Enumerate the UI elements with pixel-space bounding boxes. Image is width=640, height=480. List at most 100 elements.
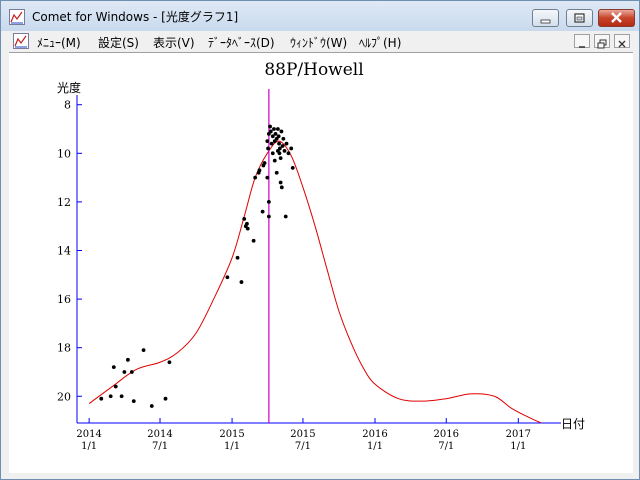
observation-point — [284, 141, 289, 146]
observation-point — [149, 404, 154, 408]
mdi-close-button[interactable] — [614, 34, 630, 48]
observation-point — [260, 209, 265, 214]
observation-point — [141, 348, 146, 353]
observation-point — [268, 129, 273, 134]
observation-point — [277, 141, 281, 146]
observation-point — [99, 396, 104, 401]
x-tick-date: 7/1 — [438, 441, 454, 452]
maximize-button[interactable] — [566, 9, 593, 27]
x-tick-year: 2015 — [219, 429, 244, 440]
y-tick-label: 16 — [57, 293, 71, 306]
y-tick-label: 10 — [57, 147, 71, 160]
observation-point — [245, 226, 250, 231]
x-tick-date: 1/1 — [224, 441, 240, 452]
observation-point — [262, 161, 267, 165]
close-button[interactable] — [598, 9, 635, 27]
minimize-button[interactable] — [532, 9, 559, 27]
x-tick-date: 7/1 — [295, 441, 311, 452]
observation-point — [239, 280, 244, 284]
observation-point — [119, 394, 124, 399]
observation-point — [266, 146, 270, 151]
mdi-restore-button[interactable] — [594, 34, 610, 49]
observation-point — [290, 165, 295, 170]
observation-point — [268, 124, 272, 129]
mdi-minimize-button[interactable] — [574, 34, 590, 48]
observation-point — [266, 214, 271, 219]
close-icon — [611, 12, 622, 23]
x-tick-date: 1/1 — [81, 441, 97, 452]
chart-title: 88P/Howell — [264, 60, 363, 80]
x-tick-date: 1/1 — [510, 441, 526, 452]
x-tick-year: 2014 — [147, 429, 172, 440]
menu-bar: ﾒﾆｭｰ(M) 設定(S) 表示(V) ﾃﾞｰﾀﾍﾞｰｽ(D) ｳｨﾝﾄﾞｳ(W… — [9, 31, 633, 51]
observation-point — [126, 357, 130, 362]
observation-point — [273, 131, 278, 136]
menu-view[interactable]: 表示(V) — [153, 34, 195, 51]
y-tick-label: 12 — [57, 196, 71, 209]
observation-point — [108, 394, 113, 399]
brightness-chart: 88P/Howell 光度 日付 810121416182020141/1201… — [57, 60, 585, 452]
restore-icon — [574, 13, 585, 23]
observation-point — [129, 370, 134, 374]
observation-point — [275, 127, 280, 131]
graph-area: 88P/Howell 光度 日付 8 10 12 14 16 18 20 2014 1/1 201… — [9, 52, 633, 473]
x-tick-date: 1/1 — [367, 441, 383, 452]
observation-point — [276, 134, 281, 139]
minimize-icon — [540, 19, 551, 24]
observation-point — [283, 214, 288, 219]
observation-point — [111, 365, 116, 370]
observation-point — [235, 255, 240, 260]
observation-point — [286, 151, 291, 156]
observation-point — [122, 370, 127, 374]
observation-point — [167, 360, 172, 365]
observation-point — [251, 238, 256, 243]
menu-database[interactable]: ﾃﾞｰﾀﾍﾞｰｽ(D) — [208, 34, 275, 51]
observation-point — [277, 151, 282, 156]
x-tick-date: 7/1 — [152, 441, 168, 452]
observation-point — [274, 170, 279, 175]
observation-point — [131, 399, 136, 404]
observation-point — [257, 168, 262, 173]
observation-point — [266, 200, 271, 204]
app-window: Comet for Windows - [光度グラフ1] ﾒﾆｭｰ(M) 設定(… — [0, 0, 640, 480]
observation-point — [272, 158, 277, 163]
observation-point — [280, 144, 285, 148]
observation-point — [289, 146, 294, 151]
observation-point — [245, 221, 249, 226]
observation-point — [265, 139, 270, 144]
window-title: Comet for Windows - [光度グラフ1] — [32, 10, 239, 24]
menu-settings[interactable]: 設定(S) — [98, 34, 139, 51]
observation-point — [278, 156, 283, 161]
menu-window[interactable]: ｳｨﾝﾄﾞｳ(W) — [290, 34, 347, 51]
app-icon — [9, 9, 25, 25]
observation-point — [282, 148, 287, 153]
x-axis-label: 日付 — [561, 417, 585, 431]
observation-point — [265, 175, 270, 180]
observation-point — [278, 180, 283, 185]
observation-point — [253, 175, 258, 180]
menu-main[interactable]: ﾒﾆｭｰ(M) — [37, 34, 81, 51]
observation-point — [163, 396, 168, 401]
observation-point — [279, 129, 284, 134]
document-icon[interactable] — [13, 33, 29, 49]
menu-help[interactable]: ﾍﾙﾌﾟ(H) — [359, 34, 401, 51]
y-tick-label: 8 — [64, 99, 71, 112]
y-tick-label: 18 — [57, 342, 71, 355]
observation-point — [279, 185, 284, 190]
x-tick-year: 2016 — [434, 429, 459, 440]
y-axis-label: 光度 — [57, 80, 81, 95]
predicted-brightness-curve — [88, 140, 542, 424]
minimize-icon — [579, 46, 585, 48]
title-bar[interactable]: Comet for Windows - [光度グラフ1] — [1, 1, 639, 31]
y-tick-label: 14 — [57, 244, 71, 257]
observation-point — [113, 384, 118, 389]
x-tick-year: 2014 — [76, 429, 101, 440]
observation-point — [242, 217, 247, 221]
observation-point — [281, 136, 286, 141]
x-tick-year: 2015 — [290, 429, 315, 440]
observation-point — [272, 127, 276, 131]
x-tick-year: 2017 — [506, 429, 531, 440]
observation-point — [269, 141, 274, 146]
x-tick-year: 2016 — [362, 429, 387, 440]
restore-icon — [597, 39, 607, 49]
